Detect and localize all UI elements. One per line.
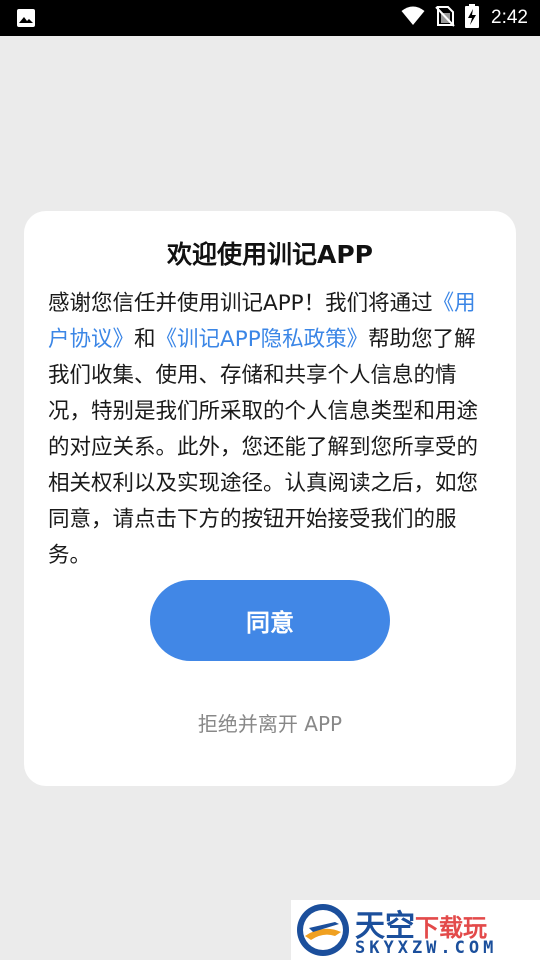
consent-dialog: 欢迎使用训记APP 感谢您信任并使用训记APP！我们将通过《用户协议》和《训记A… xyxy=(24,211,516,786)
dialog-body: 感谢您信任并使用训记APP！我们将通过《用户协议》和《训记APP隐私政策》帮助您… xyxy=(48,286,494,574)
body-text-and: 和 xyxy=(134,327,156,352)
status-bar: 2:42 xyxy=(0,0,540,36)
privacy-policy-link[interactable]: 《训记APP隐私政策》 xyxy=(156,327,369,352)
plane-logo-icon xyxy=(295,902,351,958)
no-sim-icon xyxy=(435,5,455,31)
agree-button[interactable]: 同意 xyxy=(150,580,390,661)
watermark-domain: SKYXZW.COM xyxy=(355,938,498,958)
status-time: 2:42 xyxy=(491,7,528,28)
watermark: 天空下载玩 SKYXZW.COM xyxy=(291,900,540,960)
dialog-title: 欢迎使用训记APP xyxy=(167,240,373,269)
body-text-intro: 感谢您信任并使用训记APP！我们将通过 xyxy=(48,291,433,316)
wifi-icon xyxy=(401,6,425,30)
battery-charging-icon xyxy=(465,4,480,32)
body-text-details: 帮助您了解我们收集、使用、存储和共享个人信息的情况，特别是我们所采取的个人信息类… xyxy=(48,327,479,568)
image-icon xyxy=(16,8,36,28)
reject-and-exit-button[interactable]: 拒绝并离开 APP xyxy=(24,708,516,737)
status-icons: 2:42 xyxy=(401,0,528,36)
